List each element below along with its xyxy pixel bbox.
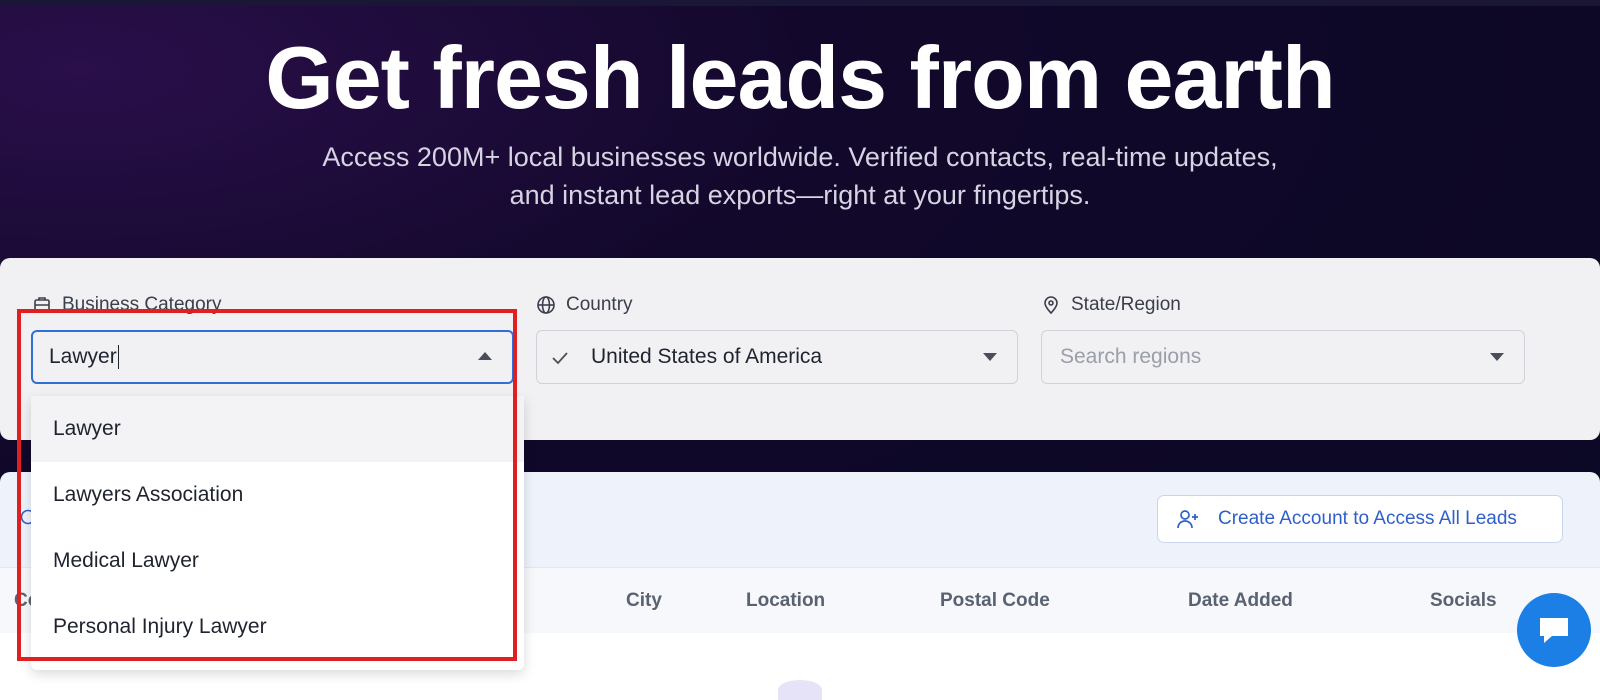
- country-label-text: Country: [566, 294, 633, 315]
- region-placeholder: Search regions: [1060, 345, 1202, 368]
- category-input-value: Lawyer: [49, 345, 117, 368]
- chevron-down-icon[interactable]: [983, 353, 997, 361]
- add-user-icon: [1177, 510, 1198, 529]
- caret-up-icon[interactable]: [478, 352, 492, 360]
- dropdown-option-personal-injury-lawyer[interactable]: Personal Injury Lawyer: [31, 594, 524, 660]
- hero-subtitle-line-2: and instant lead exports—right at your f…: [509, 180, 1091, 210]
- chat-icon: [1540, 618, 1568, 643]
- create-account-button[interactable]: Create Account to Access All Leads: [1157, 495, 1563, 543]
- dropdown-option-lawyers-association[interactable]: Lawyers Association: [31, 462, 524, 528]
- dropdown-option-medical-lawyer[interactable]: Medical Lawyer: [31, 528, 524, 594]
- category-label-text: Business Category: [62, 294, 222, 315]
- category-label: Business Category: [32, 294, 221, 316]
- country-select-value: United States of America: [591, 345, 823, 368]
- category-input[interactable]: Lawyer: [31, 330, 514, 384]
- text-cursor: [117, 345, 119, 369]
- check-icon: [552, 352, 568, 365]
- map-pin-icon: [1044, 296, 1058, 315]
- hero-subtitle-line-1: Access 200M+ local businesses worldwide.…: [322, 142, 1278, 172]
- loading-indicator: [778, 680, 822, 700]
- chat-button[interactable]: [1517, 593, 1591, 667]
- top-bar: [0, 0, 1600, 6]
- column-header-location: Location: [746, 590, 826, 611]
- country-label: Country: [536, 294, 633, 316]
- hero-subtitle: Access 200M+ local businesses worldwide.…: [0, 138, 1600, 214]
- region-label-text: State/Region: [1071, 294, 1181, 315]
- region-select[interactable]: Search regions: [1041, 330, 1525, 384]
- chevron-down-icon[interactable]: [1490, 353, 1504, 361]
- column-header-city: City: [626, 590, 662, 611]
- column-header-date-added: Date Added: [1188, 590, 1293, 611]
- column-header-postal-code: Postal Code: [940, 590, 1050, 611]
- dropdown-option-lawyer[interactable]: Lawyer: [31, 396, 524, 462]
- column-header-socials: Socials: [1430, 590, 1497, 611]
- briefcase-icon: [34, 297, 50, 313]
- region-label: State/Region: [1041, 294, 1181, 316]
- create-account-label: Create Account to Access All Leads: [1218, 508, 1517, 529]
- country-select[interactable]: United States of America: [536, 330, 1018, 384]
- category-dropdown-list: Lawyer Lawyers Association Medical Lawye…: [31, 396, 524, 670]
- hero-title: Get fresh leads from earth: [265, 28, 1335, 127]
- globe-icon: [537, 296, 555, 314]
